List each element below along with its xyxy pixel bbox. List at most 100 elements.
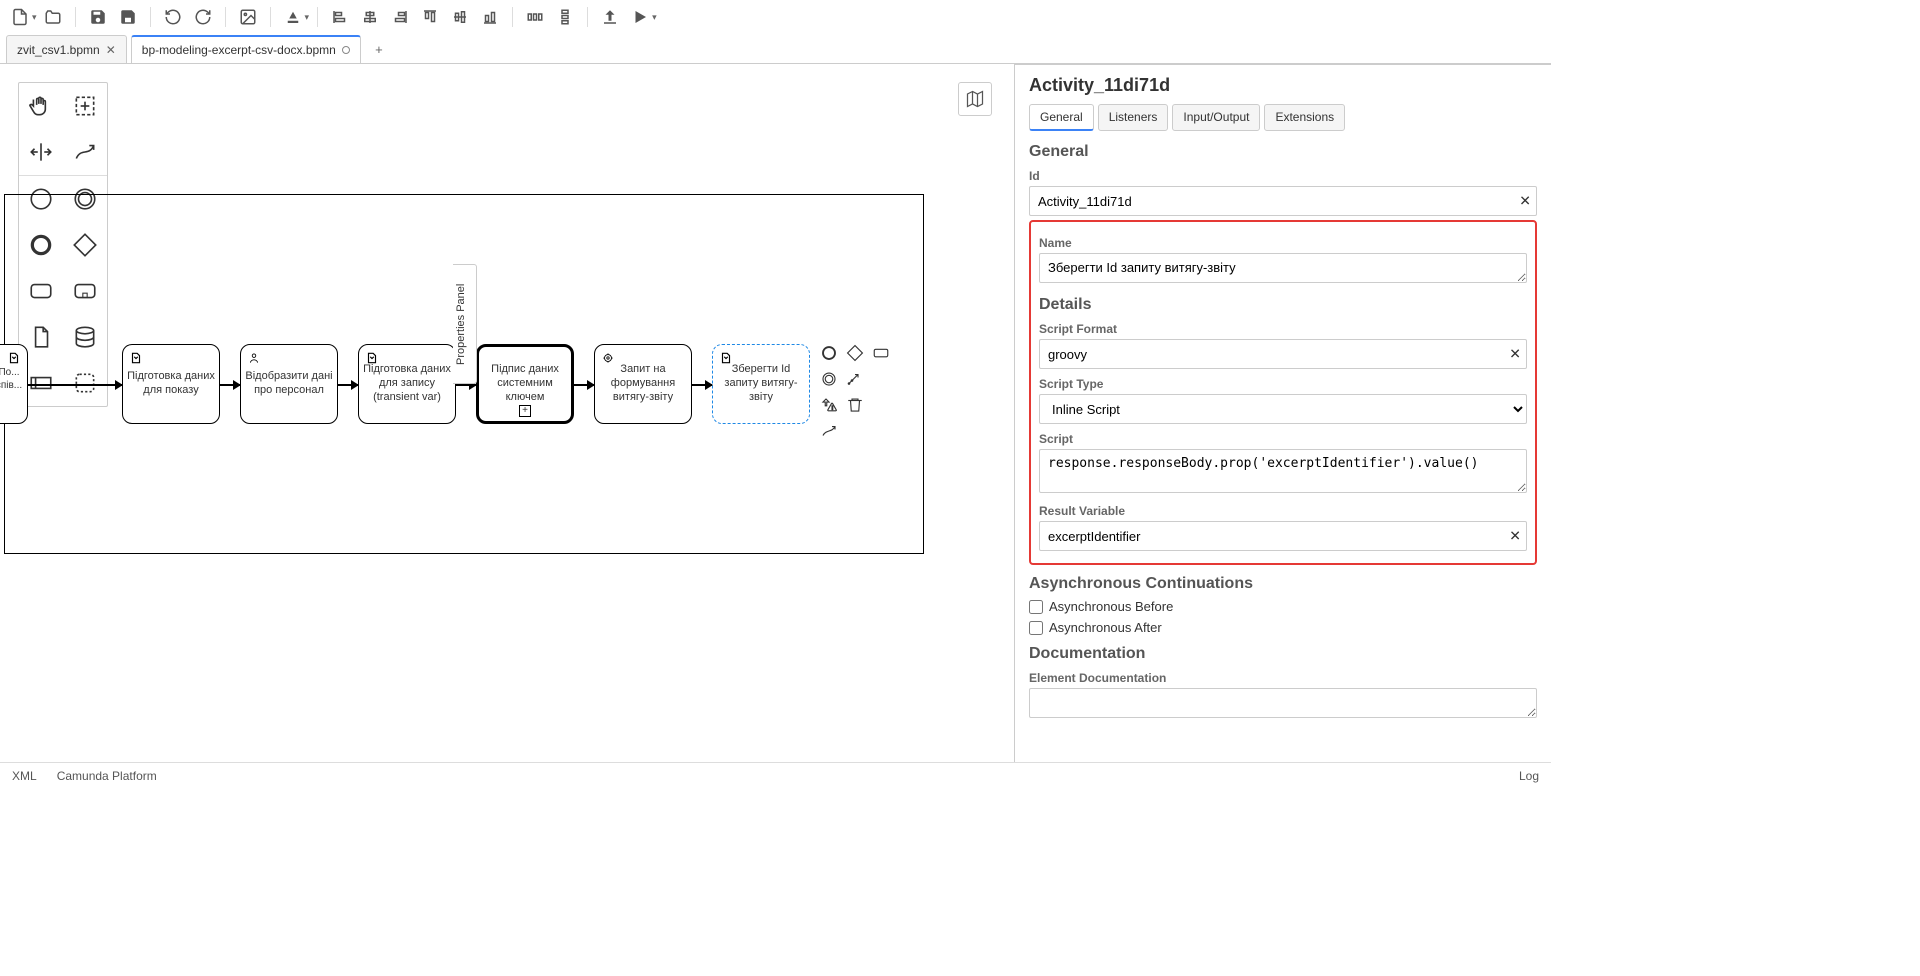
main-toolbar: ▾ ▾ ▾ — [0, 0, 1551, 34]
result-variable-input[interactable] — [1039, 521, 1527, 551]
tab-general[interactable]: General — [1029, 104, 1094, 131]
redo-button[interactable] — [189, 3, 217, 31]
file-tabs: zvit_csv1.bpmn ✕ bp-modeling-excerpt-csv… — [0, 34, 1551, 64]
async-section-title: Asynchronous Continuations — [1029, 575, 1537, 593]
append-end-event-icon[interactable] — [818, 342, 840, 364]
clear-icon[interactable]: ✕ — [1509, 528, 1521, 545]
run-button[interactable] — [626, 3, 654, 31]
documentation-section-title: Documentation — [1029, 645, 1537, 663]
script-input[interactable]: response.responseBody.prop('excerptIdent… — [1039, 449, 1527, 493]
delete-icon[interactable] — [844, 394, 866, 416]
subprocess-marker-icon: + — [519, 405, 531, 417]
align-center-v-button[interactable] — [446, 3, 474, 31]
annotation-icon[interactable] — [844, 368, 866, 390]
xml-view-button[interactable]: XML — [12, 769, 37, 783]
deploy-button[interactable] — [596, 3, 624, 31]
script-label: Script — [1039, 432, 1527, 446]
color-button[interactable] — [279, 3, 307, 31]
distribute-h-button[interactable] — [521, 3, 549, 31]
align-right-button[interactable] — [386, 3, 414, 31]
tab-extensions[interactable]: Extensions — [1264, 104, 1345, 131]
append-intermediate-icon[interactable] — [818, 368, 840, 390]
append-gateway-icon[interactable] — [844, 342, 866, 364]
align-center-h-button[interactable] — [356, 3, 384, 31]
align-top-button[interactable] — [416, 3, 444, 31]
platform-label[interactable]: Camunda Platform — [57, 769, 157, 783]
open-file-button[interactable] — [39, 3, 67, 31]
bpmn-canvas[interactable]: По... спів... Підготовка даних для показ… — [0, 64, 1014, 762]
add-tab-button[interactable]: + — [365, 35, 393, 63]
separator — [270, 7, 271, 27]
name-label: Name — [1039, 236, 1527, 250]
task-label: Запит на формування витягу-звіту — [599, 363, 687, 404]
element-documentation-input[interactable] — [1029, 688, 1537, 718]
script-format-input[interactable] — [1039, 339, 1527, 369]
run-dropdown[interactable]: ▾ — [652, 12, 657, 23]
properties-panel: Activity_11di71d General Listeners Input… — [1014, 64, 1551, 762]
tab-zvit[interactable]: zvit_csv1.bpmn ✕ — [6, 35, 127, 63]
tab-input-output[interactable]: Input/Output — [1172, 104, 1260, 131]
change-type-icon[interactable] — [818, 394, 840, 416]
main-area: По... спів... Підготовка даних для показ… — [0, 64, 1551, 762]
separator — [225, 7, 226, 27]
result-variable-label: Result Variable — [1039, 504, 1527, 518]
save-button[interactable] — [84, 3, 112, 31]
script-type-label: Script Type — [1039, 377, 1527, 391]
task-label: Підготовка даних для показу — [127, 370, 215, 398]
distribute-v-button[interactable] — [551, 3, 579, 31]
canvas-area[interactable]: По... спів... Підготовка даних для показ… — [0, 64, 1014, 762]
new-file-dropdown[interactable]: ▾ — [32, 12, 37, 23]
log-button[interactable]: Log — [1519, 769, 1539, 783]
details-section-title: Details — [1039, 296, 1527, 314]
sequence-flow[interactable] — [692, 384, 712, 386]
async-after-row[interactable]: Asynchronous After — [1029, 620, 1537, 635]
clear-icon[interactable]: ✕ — [1519, 193, 1531, 210]
align-bottom-button[interactable] — [476, 3, 504, 31]
connect-icon[interactable] — [818, 420, 840, 442]
script-format-label: Script Format — [1039, 322, 1527, 336]
async-after-label: Asynchronous After — [1049, 620, 1162, 635]
task-label: Відобразити дані про персонал — [245, 370, 333, 398]
separator — [512, 7, 513, 27]
sequence-flow[interactable] — [28, 384, 122, 386]
tab-listeners[interactable]: Listeners — [1098, 104, 1169, 131]
task-label: Підготовка даних для запису (transient v… — [363, 363, 451, 404]
id-input[interactable] — [1029, 186, 1537, 216]
async-before-label: Asynchronous Before — [1049, 599, 1173, 614]
task-save-request-id[interactable]: Зберегти Id запиту витягу-звіту — [712, 344, 810, 424]
save-all-button[interactable] — [114, 3, 142, 31]
separator — [75, 7, 76, 27]
color-dropdown[interactable]: ▾ — [305, 12, 310, 23]
context-pad — [818, 342, 892, 442]
sequence-flow[interactable] — [456, 384, 476, 386]
task-request-excerpt[interactable]: Запит на формування витягу-звіту — [594, 344, 692, 424]
sequence-flow[interactable] — [220, 384, 240, 386]
async-before-row[interactable]: Asynchronous Before — [1029, 599, 1537, 614]
properties-panel-toggle[interactable]: Properties Panel — [453, 264, 477, 384]
async-before-checkbox[interactable] — [1029, 600, 1043, 614]
async-after-checkbox[interactable] — [1029, 621, 1043, 635]
general-section-title: General — [1029, 143, 1537, 161]
dirty-indicator-icon — [342, 46, 350, 54]
task-system-sign[interactable]: Підпис даних системним ключем + — [476, 344, 574, 424]
align-left-button[interactable] — [326, 3, 354, 31]
task-label: Підпис даних системним ключем — [483, 363, 567, 404]
new-file-button[interactable] — [6, 3, 34, 31]
highlighted-properties: Name Зберегти Id запиту витягу-звіту Det… — [1029, 220, 1537, 565]
sequence-flow[interactable] — [338, 384, 358, 386]
task-prepare-write-data[interactable]: Підготовка даних для запису (transient v… — [358, 344, 456, 424]
task-display-personnel[interactable]: Відобразити дані про персонал — [240, 344, 338, 424]
close-icon[interactable]: ✕ — [106, 43, 116, 57]
image-button[interactable] — [234, 3, 262, 31]
clear-icon[interactable]: ✕ — [1509, 346, 1521, 363]
task-search-employees[interactable]: По... спів... — [0, 344, 28, 424]
tab-bp-modeling[interactable]: bp-modeling-excerpt-csv-docx.bpmn — [131, 35, 361, 63]
status-bar: XML Camunda Platform Log — [0, 762, 1551, 788]
task-prepare-display-data[interactable]: Підготовка даних для показу — [122, 344, 220, 424]
append-task-icon[interactable] — [870, 342, 892, 364]
script-type-select[interactable]: Inline Script — [1039, 394, 1527, 424]
undo-button[interactable] — [159, 3, 187, 31]
name-input[interactable]: Зберегти Id запиту витягу-звіту — [1039, 253, 1527, 283]
sequence-flow[interactable] — [574, 384, 594, 386]
separator — [587, 7, 588, 27]
